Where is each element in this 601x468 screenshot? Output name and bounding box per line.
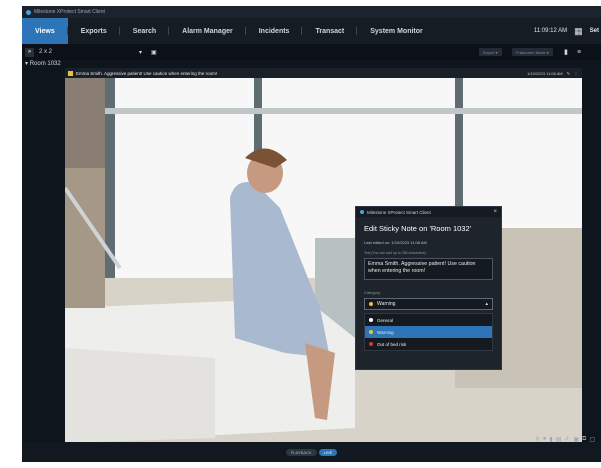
dialog-title-bar: Milestone XProtect Smart Client × bbox=[356, 207, 501, 217]
category-label: Category bbox=[364, 290, 381, 295]
layout-dropdown-icon[interactable]: ▾ bbox=[139, 49, 142, 56]
sticky-note-text: Emma Smith. Aggressive patient! Use caut… bbox=[76, 70, 218, 76]
smart-client-window: Milestone XProtect Smart Client Views Ex… bbox=[22, 6, 601, 462]
notes-icon[interactable]: ▦ bbox=[574, 26, 583, 37]
camera-icon[interactable]: ▣ bbox=[151, 49, 157, 56]
last-edited-text: Last edited on: 1/10/2023 11:08 AM bbox=[364, 240, 427, 245]
app-logo-icon bbox=[26, 9, 31, 15]
option-out-of-bed-risk[interactable]: Out of bed risk bbox=[365, 338, 492, 350]
warning-dot-icon bbox=[369, 302, 373, 306]
camera-timestamp: 1/10/2023 11:08 AM bbox=[527, 70, 563, 76]
text-field-hint: Text (You can add up to 256 characters) bbox=[364, 251, 426, 255]
settings-icon[interactable]: ≡ bbox=[577, 49, 581, 56]
dialog-heading: Edit Sticky Note on 'Room 1032' bbox=[364, 224, 472, 233]
tab-incidents[interactable]: Incidents bbox=[246, 18, 303, 44]
live-button[interactable]: LIVE bbox=[318, 448, 338, 456]
expand-panel-button[interactable]: » bbox=[25, 47, 34, 57]
bookmark-icon[interactable]: ▮ bbox=[564, 48, 568, 56]
view-pane-label: ▾ Room 1032 bbox=[25, 61, 61, 67]
pane-caret-icon: ▾ bbox=[25, 61, 29, 67]
option-warning[interactable]: Warning bbox=[365, 326, 492, 338]
mode-bar: PLAYBACK LIVE bbox=[22, 442, 601, 462]
edit-sticky-note-dialog: Milestone XProtect Smart Client × Edit S… bbox=[355, 206, 502, 370]
sticky-note-icon[interactable] bbox=[68, 70, 73, 76]
category-select[interactable]: Warning ▴ bbox=[364, 298, 493, 310]
general-dot-icon bbox=[369, 318, 373, 322]
warning-dot-icon bbox=[369, 330, 373, 334]
export-button[interactable]: Export ▾ bbox=[479, 48, 502, 56]
main-nav: Views Exports Search Alarm Manager Incid… bbox=[22, 18, 601, 44]
tab-exports[interactable]: Exports bbox=[68, 18, 120, 44]
tab-search[interactable]: Search bbox=[120, 18, 170, 44]
tab-system-monitor[interactable]: System Monitor bbox=[357, 18, 436, 44]
close-icon[interactable]: × bbox=[493, 209, 497, 215]
layout-label: 2 x 2 bbox=[39, 49, 53, 55]
camera-header: Emma Smith. Aggressive patient! Use caut… bbox=[65, 68, 582, 78]
dialog-window-title: Milestone XProtect Smart Client bbox=[367, 209, 431, 215]
tab-transact[interactable]: Transact bbox=[302, 18, 358, 44]
playback-button[interactable]: PLAYBACK bbox=[285, 448, 317, 456]
setup-button[interactable]: Set bbox=[590, 28, 599, 34]
chevron-up-icon: ▴ bbox=[485, 301, 488, 307]
fullscreen-button[interactable]: Fullscreen Mode ▾ bbox=[512, 48, 553, 56]
risk-dot-icon bbox=[369, 342, 373, 346]
edit-icon[interactable]: ✎ bbox=[567, 71, 570, 76]
tab-alarm-manager[interactable]: Alarm Manager bbox=[169, 18, 246, 44]
nav-right-area: 11:09:12 AM ▦ Set bbox=[534, 18, 599, 44]
option-general[interactable]: General bbox=[365, 314, 492, 326]
category-options: General Warning Out of bed risk bbox=[364, 313, 493, 351]
camera-feed-image bbox=[65, 68, 582, 448]
camera-view[interactable]: Emma Smith. Aggressive patient! Use caut… bbox=[65, 68, 582, 448]
more-icon[interactable]: ⋮ bbox=[574, 71, 578, 76]
dialog-app-icon bbox=[360, 210, 364, 214]
title-bar: Milestone XProtect Smart Client bbox=[22, 6, 601, 18]
views-toolbar: » 2 x 2 ▾ ▣ Export ▾ Fullscreen Mode ▾ ▮… bbox=[22, 44, 601, 60]
tab-views[interactable]: Views bbox=[22, 18, 68, 44]
category-selected-value: Warning bbox=[377, 301, 396, 307]
sticky-note-textarea[interactable]: Emma Smith. Aggressive patient! Use caut… bbox=[364, 258, 493, 280]
clock: 11:09:12 AM bbox=[533, 28, 568, 34]
window-title: Milestone XProtect Smart Client bbox=[34, 9, 105, 15]
